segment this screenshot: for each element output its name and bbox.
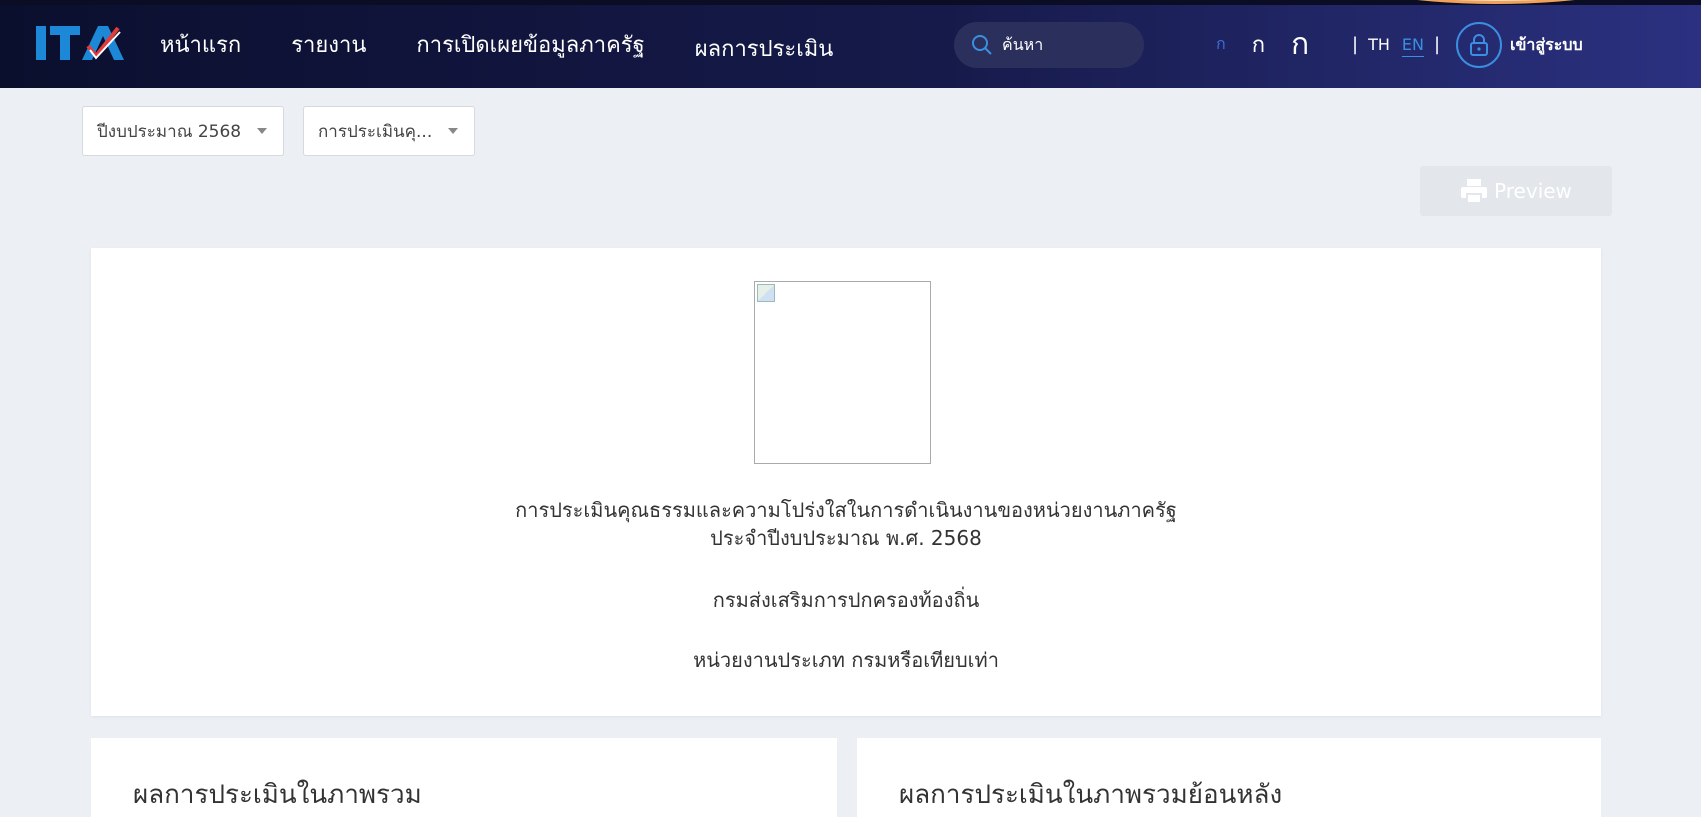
search-placeholder: ค้นหา [1002, 34, 1044, 54]
agency-logo-image [754, 281, 931, 464]
historical-result-panel: ผลการประเมินในภาพรวมย้อนหลัง [857, 738, 1601, 817]
preview-label: Preview [1494, 179, 1572, 203]
chevron-down-icon [448, 128, 459, 134]
agency-type: หน่วยงานประเภท กรมหรือเทียบเท่า [693, 648, 999, 672]
language-switch: | TH EN | [1342, 0, 1450, 88]
overall-result-heading: ผลการประเมินในภาพรวม [133, 780, 422, 810]
lock-icon [1456, 22, 1502, 68]
broken-image-icon [757, 284, 775, 302]
font-size-medium[interactable]: ก [1252, 27, 1265, 62]
agency-name: กรมส่งเสริมการปกครองท้องถิ่น [712, 588, 980, 612]
chevron-down-icon [257, 128, 268, 134]
login-button[interactable]: เข้าสู่ระบบ [1456, 22, 1583, 68]
login-label: เข้าสู่ระบบ [1510, 34, 1583, 54]
lang-separator: | [1352, 33, 1359, 55]
main-nav: หน้าแรก รายงาน การเปิดเผยข้อมูลภาครัฐ ผล… [160, 0, 883, 88]
lang-th[interactable]: TH [1368, 35, 1390, 54]
top-navigation-bar: หน้าแรก รายงาน การเปิดเผยข้อมูลภาครัฐ ผล… [0, 0, 1701, 88]
historical-result-heading: ผลการประเมินในภาพรวมย้อนหลัง [899, 780, 1283, 810]
assessment-select[interactable]: การประเมินคุ... [303, 106, 475, 156]
font-size-small[interactable]: ก [1216, 32, 1226, 57]
assessment-summary-card: การประเมินคุณธรรมและความโปร่งใสในการดำเน… [91, 248, 1601, 716]
fiscal-year-select[interactable]: ปีงบประมาณ 2568 [82, 106, 284, 156]
summary-title-line2: ประจำปีงบประมาณ พ.ศ. 2568 [710, 526, 982, 550]
nav-public-disclosure[interactable]: การเปิดเผยข้อมูลภาครัฐ [416, 27, 644, 62]
font-size-controls: ก ก ก [1216, 0, 1327, 88]
assessment-value: การประเมินคุ... [318, 121, 433, 142]
lang-separator-2: | [1433, 33, 1441, 55]
printer-icon [1461, 179, 1488, 204]
fiscal-year-value: ปีงบประมาณ 2568 [97, 121, 242, 142]
font-size-large[interactable]: ก [1291, 21, 1309, 68]
nav-assessment-results[interactable]: ผลการประเมิน [695, 31, 834, 66]
lang-en[interactable]: EN [1402, 35, 1424, 54]
nav-reports[interactable]: รายงาน [291, 27, 366, 62]
search-input[interactable]: ค้นหา [954, 22, 1144, 68]
ita-logo[interactable] [36, 22, 124, 64]
nav-home[interactable]: หน้าแรก [160, 27, 241, 62]
overall-result-panel: ผลการประเมินในภาพรวม [91, 738, 837, 817]
preview-button[interactable]: Preview [1420, 166, 1612, 216]
search-icon [972, 35, 992, 55]
